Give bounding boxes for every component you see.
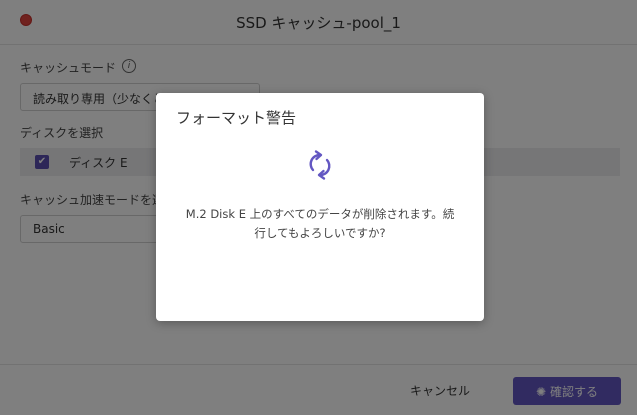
format-warning-dialog: フォーマット警告 M.2 Disk E 上のすべてのデータが削除されます。続 行… [156,93,484,321]
dialog-title: フォーマット警告 [176,109,297,127]
sync-icon [309,150,331,180]
dialog-message: M.2 Disk E 上のすべてのデータが削除されます。続 行してもよろしいです… [176,205,464,243]
dialog-message-line-2: 行してもよろしいですか? [254,226,386,240]
dialog-message-line-1: M.2 Disk E 上のすべてのデータが削除されます。続 [185,207,455,221]
